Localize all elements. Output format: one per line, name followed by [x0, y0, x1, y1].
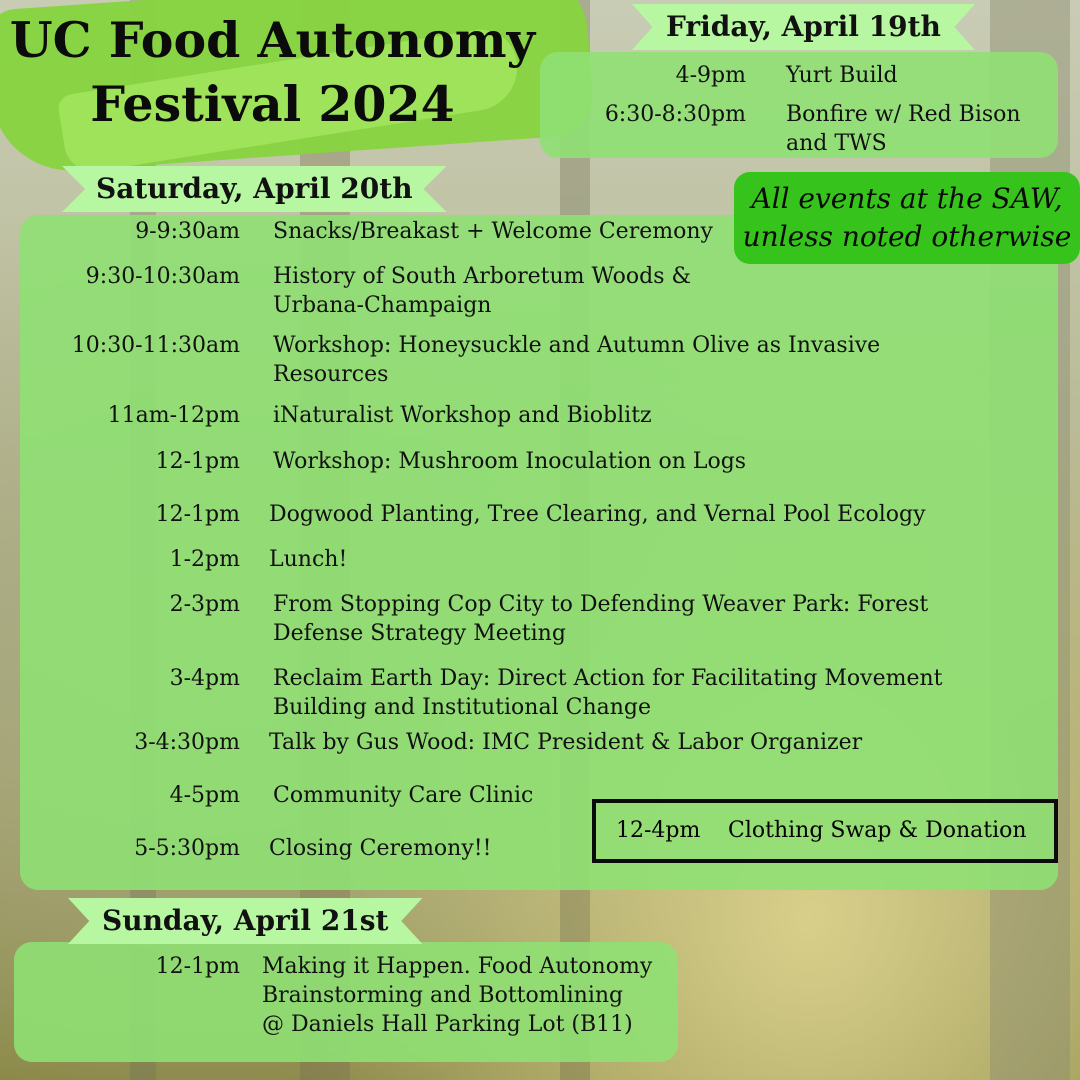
event-time: 2-3pm: [169, 592, 240, 617]
event-title-line: Dogwood Planting, Tree Clearing, and Ver…: [269, 502, 926, 527]
title-line-1: UC Food Autonomy: [9, 11, 536, 69]
event-time: 3-4:30pm: [134, 730, 240, 755]
event-time: 5-5:30pm: [134, 836, 240, 861]
event-title: iNaturalist Workshop and Bioblitz: [273, 401, 652, 430]
location-note: All events at the SAW, unless noted othe…: [734, 172, 1080, 264]
event-title-line: Lunch!: [269, 547, 348, 572]
event-title: Closing Ceremony!!: [269, 834, 491, 863]
event-title-line: Yurt Build: [786, 63, 898, 88]
event-time: 12-1pm: [155, 502, 240, 527]
event-title: Workshop: Honeysuckle and Autumn Olive a…: [273, 331, 880, 389]
event-title-line: Workshop: Mushroom Inoculation on Logs: [273, 449, 747, 474]
event-time: 9:30-10:30am: [85, 264, 240, 289]
event-title: Bonfire w/ Red Bison and TWS: [786, 100, 1021, 158]
event-title: Yurt Build: [786, 61, 898, 90]
event-time: 12-1pm: [155, 954, 240, 979]
event-title-line: Defense Strategy Meeting: [273, 621, 566, 646]
event-title: Talk by Gus Wood: IMC President & Labor …: [269, 728, 862, 757]
clothing-swap-time: 12-4pm: [616, 818, 701, 843]
event-time: 3-4pm: [169, 666, 240, 691]
event-title-line: From Stopping Cop City to Defending Weav…: [273, 592, 929, 617]
event-title: Making it Happen. Food Autonomy Brainstor…: [262, 952, 652, 1039]
event-title: From Stopping Cop City to Defending Weav…: [273, 590, 928, 648]
event-title: Dogwood Planting, Tree Clearing, and Ver…: [269, 500, 926, 529]
clothing-swap-label: Clothing Swap & Donation: [728, 818, 1027, 843]
event-title-line: Workshop: Honeysuckle and Autumn Olive a…: [273, 333, 881, 358]
event-title-line: Urbana-Champaign: [273, 293, 492, 318]
event-time: 4-5pm: [169, 783, 240, 808]
saturday-heading: Saturday, April 20th: [62, 166, 447, 212]
event-title-line: Reclaim Earth Day: Direct Action for Fac…: [273, 666, 943, 691]
event-time: 11am-12pm: [107, 403, 240, 428]
event-title-line: Community Care Clinic: [273, 783, 534, 808]
event-title: Workshop: Mushroom Inoculation on Logs: [273, 447, 746, 476]
event-title-line: History of South Arboretum Woods &: [273, 264, 692, 289]
event-title: Lunch!: [269, 545, 347, 574]
event-time: 12-1pm: [155, 449, 240, 474]
event-title-line: iNaturalist Workshop and Bioblitz: [273, 403, 652, 428]
event-time: 4-9pm: [675, 63, 746, 88]
event-title-line: Bonfire w/ Red Bison: [786, 102, 1021, 127]
event-title-line: Snacks/Breakast + Welcome Ceremony: [273, 219, 713, 244]
event-title-line: Brainstorming and Bottomlining: [262, 983, 624, 1008]
note-line-1: All events at the SAW,: [751, 182, 1063, 215]
event-title-line: Resources: [273, 362, 389, 387]
event-title: Reclaim Earth Day: Direct Action for Fac…: [273, 664, 943, 722]
festival-title: UC Food Autonomy Festival 2024: [0, 8, 545, 136]
title-line-2: Festival 2024: [90, 75, 455, 133]
friday-heading: Friday, April 19th: [632, 4, 975, 50]
event-time: 6:30-8:30pm: [604, 102, 746, 127]
event-title-line: Making it Happen. Food Autonomy: [262, 954, 653, 979]
event-title: Community Care Clinic: [273, 781, 533, 810]
event-title-line: Building and Institutional Change: [273, 695, 651, 720]
event-title: History of South Arboretum Woods & Urbana…: [273, 262, 691, 320]
event-title-line: and TWS: [786, 131, 887, 156]
event-time: 1-2pm: [169, 547, 240, 572]
clothing-swap-box: 12-4pm Clothing Swap & Donation: [592, 799, 1058, 863]
event-title-line: @ Daniels Hall Parking Lot (B11): [262, 1012, 633, 1037]
note-line-2: unless noted otherwise: [742, 220, 1072, 253]
event-title-line: Talk by Gus Wood: IMC President & Labor …: [269, 730, 863, 755]
sunday-heading: Sunday, April 21st: [68, 898, 423, 944]
event-time: 9-9:30am: [135, 219, 240, 244]
event-title-line: Closing Ceremony!!: [269, 836, 492, 861]
event-time: 10:30-11:30am: [71, 333, 240, 358]
event-title: Snacks/Breakast + Welcome Ceremony: [273, 217, 713, 246]
